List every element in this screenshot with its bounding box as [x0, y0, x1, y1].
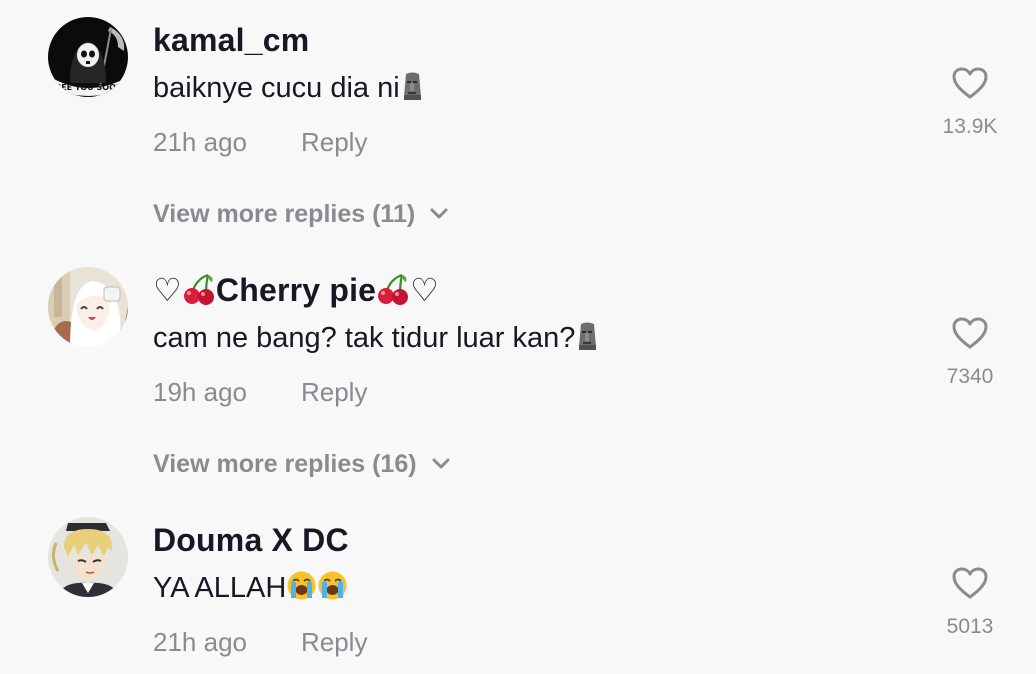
comment-item: Douma X DC YA ALLAH 21h ago Reply 5013	[0, 500, 1036, 674]
username[interactable]: ♡ Cherry pie ♡	[153, 268, 439, 316]
anime-boy-avatar-icon	[48, 517, 128, 597]
comment-text-body: cam ne bang? tak tidur luar kan?	[153, 322, 576, 354]
grim-reaper-avatar-icon: SEE YOU SOON	[48, 17, 128, 97]
cherries-emoji-icon	[376, 272, 410, 316]
avatar[interactable]	[48, 517, 128, 597]
reply-button[interactable]: Reply	[301, 377, 367, 407]
like-count: 13.9K	[942, 115, 998, 138]
chevron-down-icon	[431, 445, 451, 481]
heart-icon	[952, 317, 988, 349]
username-text: Cherry pie	[215, 272, 377, 308]
comment-text: cam ne bang? tak tidur luar kan?	[153, 318, 598, 362]
moai-emoji-icon	[576, 321, 598, 362]
view-more-replies-label: View more replies (11)	[153, 200, 416, 228]
like-button[interactable]: 5013	[930, 566, 1010, 640]
comment-meta: 19h ago Reply	[153, 374, 367, 410]
comment-text: YA ALLAH	[153, 568, 348, 612]
moai-emoji-icon	[401, 71, 423, 112]
username-prefix: ♡	[153, 272, 182, 308]
view-more-replies-label: View more replies (16)	[153, 450, 417, 478]
like-button[interactable]: 13.9K	[930, 66, 1010, 140]
chevron-down-icon	[429, 195, 449, 231]
comment-text-body: YA ALLAH	[153, 572, 287, 604]
username[interactable]: kamal_cm	[153, 18, 309, 62]
heart-icon	[952, 67, 988, 99]
comments-list: SEE YOU SOON kamal_cm baiknye cucu dia n…	[0, 0, 1036, 674]
comment-item: SEE YOU SOON kamal_cm baiknye cucu dia n…	[0, 0, 1036, 250]
avatar[interactable]	[48, 267, 128, 347]
view-more-replies-button[interactable]: View more replies (11)	[153, 196, 449, 232]
comment-meta: 21h ago Reply	[153, 624, 367, 660]
anime-girl-avatar-icon	[48, 267, 128, 347]
timestamp: 19h ago	[153, 377, 247, 407]
comment-item: ♡ Cherry pie ♡ cam ne bang? tak tidur lu…	[0, 250, 1036, 500]
view-more-replies-button[interactable]: View more replies (16)	[153, 446, 451, 482]
timestamp: 21h ago	[153, 627, 247, 657]
avatar-text: SEE YOU SOON	[55, 83, 122, 92]
username[interactable]: Douma X DC	[153, 518, 349, 562]
comment-text: baiknye cucu dia ni	[153, 68, 423, 112]
avatar[interactable]: SEE YOU SOON	[48, 17, 128, 97]
username-suffix: ♡	[410, 272, 440, 308]
timestamp: 21h ago	[153, 127, 247, 157]
like-count: 5013	[946, 615, 994, 638]
reply-button[interactable]: Reply	[301, 627, 367, 657]
like-button[interactable]: 7340	[930, 316, 1010, 390]
comment-text-body: baiknye cucu dia ni	[153, 72, 400, 104]
heart-icon	[952, 567, 988, 599]
loudly-crying-face-icon	[286, 570, 317, 612]
reply-button[interactable]: Reply	[301, 127, 367, 157]
comment-meta: 21h ago Reply	[153, 124, 367, 160]
loudly-crying-face-icon	[317, 570, 348, 612]
cherries-emoji-icon	[182, 272, 216, 316]
like-count: 7340	[946, 365, 994, 388]
